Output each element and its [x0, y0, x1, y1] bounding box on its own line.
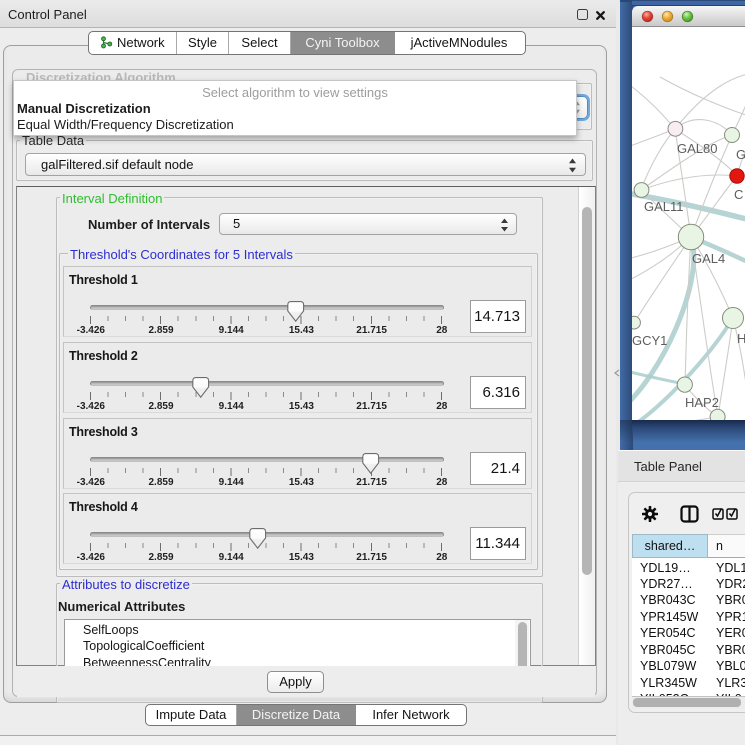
svg-text:GAL80: GAL80 — [677, 141, 717, 156]
svg-text:HAP2: HAP2 — [685, 395, 719, 410]
svg-text:GA: GA — [736, 147, 745, 162]
svg-text:GCY1: GCY1 — [632, 333, 667, 348]
svg-text:GAL4: GAL4 — [692, 251, 725, 266]
svg-text:H: H — [737, 331, 745, 346]
svg-text:C: C — [734, 187, 743, 202]
svg-text:GAL11: GAL11 — [644, 199, 684, 214]
